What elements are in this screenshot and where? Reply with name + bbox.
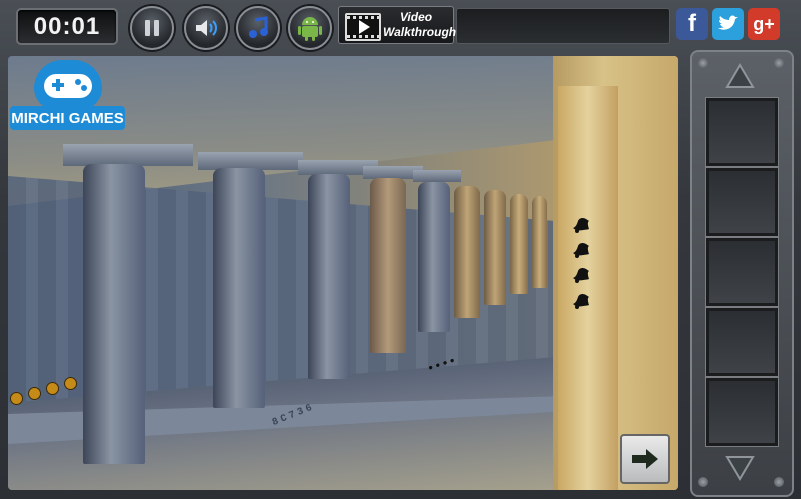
- pillar-capital: [63, 144, 193, 166]
- bell-icon: [573, 242, 589, 258]
- pillar[interactable]: [484, 190, 506, 305]
- inventory-slot[interactable]: [706, 238, 778, 306]
- mirchi-games-logo: MIRCHI GAMES: [10, 60, 125, 132]
- walkthrough-label-line1: Video: [399, 10, 433, 24]
- inventory-slot[interactable]: [706, 308, 778, 376]
- music-note-icon: [249, 16, 268, 38]
- pause-icon: [145, 20, 159, 36]
- arrow-down-icon: [725, 456, 755, 481]
- coin-icon: [64, 377, 77, 390]
- inventory-panel: [690, 50, 794, 497]
- inventory-slot[interactable]: [706, 98, 778, 166]
- twitter-button[interactable]: [712, 8, 744, 40]
- screw: [774, 477, 784, 487]
- video-walkthrough-button[interactable]: Video Walkthrough: [338, 6, 457, 44]
- android-icon: [298, 17, 322, 41]
- inventory-slot[interactable]: [706, 168, 778, 236]
- coin-icon: [46, 382, 59, 395]
- pillar[interactable]: [532, 196, 547, 288]
- screw: [698, 58, 708, 68]
- pillar[interactable]: [510, 194, 528, 294]
- pillar[interactable]: [418, 182, 450, 332]
- walkthrough-label-line2: Walkthrough: [383, 25, 457, 39]
- bell-icon: [573, 267, 589, 283]
- pillar[interactable]: [454, 186, 480, 318]
- bell-icon: [573, 217, 589, 233]
- facebook-button[interactable]: f: [676, 8, 708, 40]
- pillar[interactable]: [83, 164, 145, 464]
- screw: [774, 58, 784, 68]
- arrow-right-icon: [632, 449, 658, 469]
- arrow-up-icon: [725, 63, 755, 88]
- inventory-slot[interactable]: [706, 378, 778, 446]
- facebook-icon: f: [688, 10, 696, 37]
- sound-button[interactable]: [184, 6, 228, 50]
- pause-button[interactable]: [130, 6, 174, 50]
- android-button[interactable]: [288, 6, 332, 50]
- logo-text: MIRCHI GAMES: [10, 106, 125, 130]
- speaker-icon: [196, 20, 217, 36]
- inventory-up-button[interactable]: [722, 62, 758, 90]
- gamepad-icon: [34, 60, 102, 110]
- twitter-bird-icon: [718, 15, 738, 30]
- screw: [698, 477, 708, 487]
- foreground-pillar: [558, 86, 618, 490]
- googleplus-button[interactable]: g+: [748, 8, 780, 40]
- message-panel: [456, 8, 670, 44]
- pillar[interactable]: [308, 174, 350, 379]
- music-button[interactable]: [236, 6, 280, 50]
- googleplus-icon: g+: [753, 13, 775, 34]
- next-scene-button[interactable]: [620, 434, 670, 484]
- inventory-down-button[interactable]: [722, 454, 758, 482]
- film-icon: [345, 13, 381, 41]
- game-frame: 00:01 Video Walkthrough f g+ • • • • 8C7…: [0, 0, 801, 499]
- coin-icon: [28, 387, 41, 400]
- pillar[interactable]: [213, 168, 265, 408]
- pillar-capital: [413, 170, 461, 182]
- bell-icon: [573, 293, 589, 309]
- timer-display: 00:01: [16, 8, 118, 45]
- pillar[interactable]: [370, 178, 406, 353]
- coin-icon: [10, 392, 23, 405]
